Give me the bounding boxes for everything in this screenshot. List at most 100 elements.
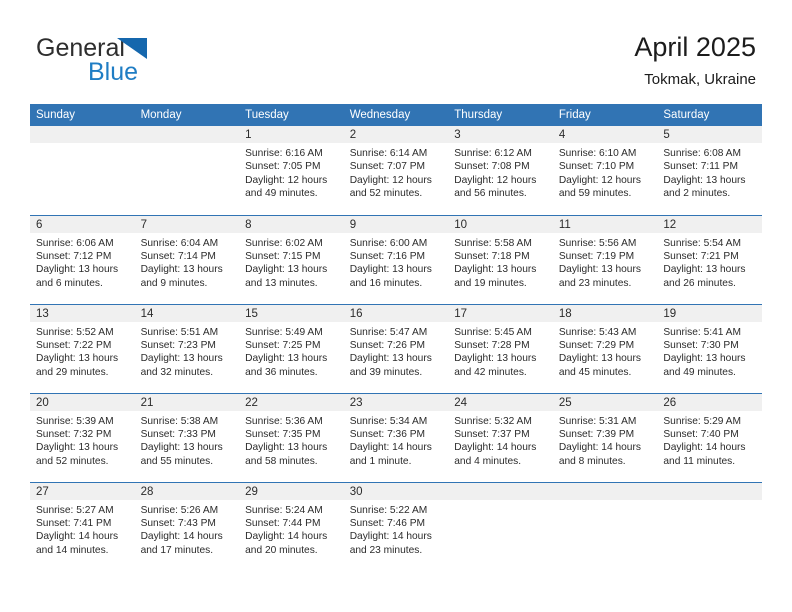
day-details: Sunrise: 5:43 AM Sunset: 7:29 PM Daylight:… [553,322,658,380]
calendar-day-cell[interactable]: 17 Sunrise: 5:45 AM Sunset: 7:28 PM Dayligh… [448,303,553,393]
day-details: Sunrise: 5:27 AM Sunset: 7:41 PM Daylight:… [30,500,135,558]
daylight-duration-line1: Daylight: 13 hours [245,442,328,454]
calendar-day-cell[interactable]: 23 Sunrise: 5:34 AM Sunset: 7:36 PM Dayligh… [343,392,449,482]
calendar-day-cell[interactable]: 5 Sunrise: 6:08 AM Sunset: 7:11 PM Daylight… [657,126,762,215]
calendar-day-cell[interactable]: 6 Sunrise: 6:06 AM Sunset: 7:12 PM Daylight… [30,214,135,304]
day-number: 7 [134,215,240,233]
calendar-day-cell[interactable]: 13 Sunrise: 5:52 AM Sunset: 7:22 PM Dayligh… [30,303,135,393]
daylight-duration-line2: and 39 minutes. [349,366,423,378]
sunrise-time: Sunrise: 5:26 AM [140,504,219,516]
calendar-day-cell[interactable]: 3 Sunrise: 6:12 AM Sunset: 7:08 PM Daylight… [448,126,553,215]
calendar-day-cell[interactable]: 7 Sunrise: 6:04 AM Sunset: 7:14 PM Daylight… [134,214,240,304]
calendar-header-row: Sunday Monday Tuesday Wednesday Thursday Frid… [30,104,762,126]
daylight-duration-line2: and 19 minutes. [454,277,527,289]
calendar-week-row: 20 Sunrise: 5:39 AM Sunset: 7:32 PM Dayligh… [30,392,762,482]
calendar-day-cell[interactable]: 9 Sunrise: 6:00 AM Sunset: 7:16 PM Daylight… [343,214,449,304]
sunset-time: Sunset: 7:21 PM [663,250,739,262]
calendar-day-cell[interactable]: 19 Sunrise: 5:41 AM Sunset: 7:30 PM Dayligh… [657,303,762,393]
daylight-duration-line2: and 29 minutes. [36,366,109,378]
daylight-duration-line2: and 52 minutes. [349,188,423,200]
day-details: Sunrise: 5:49 AM Sunset: 7:25 PM Daylight:… [239,322,344,380]
sunrise-time: Sunrise: 5:36 AM [245,415,323,427]
sunrise-time: Sunrise: 5:47 AM [349,326,428,338]
sunrise-time: Sunrise: 5:43 AM [558,326,637,338]
daylight-duration-line2: and 16 minutes. [349,277,423,289]
daylight-duration-line2: and 52 minutes. [36,455,109,467]
daylight-duration-line1: Daylight: 13 hours [454,353,537,365]
sunrise-time: Sunrise: 5:38 AM [140,415,219,427]
page-header: General Blue April 2025 Tokmak, Ukraine [0,0,792,100]
calendar-day-cell[interactable]: 12 Sunrise: 5:54 AM Sunset: 7:21 PM Dayligh… [657,214,762,304]
calendar-day-cell[interactable]: 25 Sunrise: 5:31 AM Sunset: 7:39 PM Dayligh… [552,392,658,482]
calendar-day-cell[interactable]: 24 Sunrise: 5:32 AM Sunset: 7:37 PM Dayligh… [448,392,553,482]
day-details: Sunrise: 5:54 AM Sunset: 7:21 PM Daylight:… [657,233,762,291]
sunset-time: Sunset: 7:26 PM [349,339,426,351]
sunrise-time: Sunrise: 5:49 AM [245,326,323,338]
day-details: Sunrise: 5:34 AM Sunset: 7:36 PM Daylight:… [344,411,449,469]
calendar-day-cell[interactable]: 15 Sunrise: 5:49 AM Sunset: 7:25 PM Dayligh… [239,303,344,393]
sunrise-time: Sunrise: 5:56 AM [558,237,637,249]
daylight-duration-line1: Daylight: 14 hours [454,442,537,454]
calendar-day-cell[interactable]: 18 Sunrise: 5:43 AM Sunset: 7:29 PM Dayligh… [552,303,658,393]
daylight-duration-line2: and 17 minutes. [140,544,214,556]
sunrise-time: Sunrise: 5:29 AM [663,415,741,427]
day-number: 16 [343,304,449,322]
sunset-time: Sunset: 7:44 PM [245,517,321,529]
daylight-duration-line2: and 42 minutes. [454,366,527,378]
calendar-day-cell[interactable]: 16 Sunrise: 5:47 AM Sunset: 7:26 PM Dayligh… [343,303,449,393]
general-blue-logo[interactable]: General Blue [36,34,266,90]
day-number: 24 [448,393,553,411]
day-details: Sunrise: 6:14 AM Sunset: 7:07 PM Daylight:… [344,143,449,201]
calendar-day-cell[interactable]: 2 Sunrise: 6:14 AM Sunset: 7:07 PM Daylight… [343,126,449,215]
sunrise-time: Sunrise: 5:51 AM [140,326,219,338]
day-number: 12 [657,215,762,233]
daylight-duration-line1: Daylight: 13 hours [558,264,641,276]
calendar-day-cell[interactable]: 21 Sunrise: 5:38 AM Sunset: 7:33 PM Dayligh… [134,392,240,482]
daylight-duration-line1: Daylight: 14 hours [349,442,432,454]
calendar-day-cell[interactable]: 11 Sunrise: 5:56 AM Sunset: 7:19 PM Dayligh… [552,214,658,304]
sunrise-time: Sunrise: 6:00 AM [349,237,428,249]
daylight-duration-line1: Daylight: 13 hours [140,264,223,276]
sunrise-time: Sunrise: 6:06 AM [36,237,114,249]
day-details: Sunrise: 5:45 AM Sunset: 7:28 PM Daylight:… [448,322,553,380]
weekday-header-row: Sunday Monday Tuesday Wednesday Thursday Frid… [30,104,762,126]
daylight-duration-line1: Daylight: 14 hours [663,442,746,454]
weekday-header-wednesday: Wednesday [343,104,449,126]
daylight-duration-line1: Daylight: 14 hours [140,531,223,543]
day-number: 14 [134,304,240,322]
calendar-day-cell[interactable]: 4 Sunrise: 6:10 AM Sunset: 7:10 PM Daylight… [552,126,658,215]
calendar-week-row: 1 Sunrise: 6:16 AM Sunset: 7:05 PM Daylight… [30,126,762,215]
calendar-day-cell[interactable]: 27 Sunrise: 5:27 AM Sunset: 7:41 PM Dayligh… [30,481,135,571]
calendar-day-cell-empty [552,481,658,571]
sunset-time: Sunset: 7:39 PM [558,428,635,440]
calendar-page: General Blue April 2025 Tokmak, Ukraine … [0,0,792,612]
calendar-day-cell[interactable]: 28 Sunrise: 5:26 AM Sunset: 7:43 PM Dayligh… [134,481,240,571]
sunset-time: Sunset: 7:23 PM [140,339,216,351]
daylight-duration-line1: Daylight: 13 hours [245,264,328,276]
sunset-time: Sunset: 7:46 PM [349,517,426,529]
sunrise-time: Sunrise: 6:16 AM [245,148,323,159]
day-number: 9 [343,215,449,233]
calendar-day-cell[interactable]: 20 Sunrise: 5:39 AM Sunset: 7:32 PM Dayligh… [30,392,135,482]
calendar-day-cell[interactable]: 22 Sunrise: 5:36 AM Sunset: 7:35 PM Dayligh… [239,392,344,482]
day-number: 20 [30,393,135,411]
day-details: Sunrise: 6:12 AM Sunset: 7:08 PM Daylight:… [448,143,553,201]
calendar-day-cell[interactable]: 30 Sunrise: 5:22 AM Sunset: 7:46 PM Dayligh… [343,481,449,571]
sunrise-time: Sunrise: 6:10 AM [558,148,637,159]
day-details: Sunrise: 6:06 AM Sunset: 7:12 PM Daylight:… [30,233,135,291]
day-details: Sunrise: 5:56 AM Sunset: 7:19 PM Daylight:… [553,233,658,291]
sunset-time: Sunset: 7:30 PM [663,339,739,351]
sunset-time: Sunset: 7:11 PM [663,161,738,173]
calendar-day-cell[interactable]: 14 Sunrise: 5:51 AM Sunset: 7:23 PM Dayligh… [134,303,240,393]
calendar-day-cell[interactable]: 10 Sunrise: 5:58 AM Sunset: 7:18 PM Dayligh… [448,214,553,304]
calendar-day-cell[interactable]: 1 Sunrise: 6:16 AM Sunset: 7:05 PM Daylight… [239,126,344,215]
calendar-day-cell[interactable]: 26 Sunrise: 5:29 AM Sunset: 7:40 PM Dayligh… [657,392,762,482]
calendar-day-cell[interactable]: 8 Sunrise: 6:02 AM Sunset: 7:15 PM Daylight… [239,214,344,304]
calendar-day-cell[interactable]: 29 Sunrise: 5:24 AM Sunset: 7:44 PM Dayligh… [239,481,344,571]
sunrise-time: Sunrise: 6:14 AM [349,148,428,159]
brand-name-blue: Blue [88,58,139,86]
calendar-week-row: 27 Sunrise: 5:27 AM Sunset: 7:41 PM Dayligh… [30,481,762,571]
weekday-header-thursday: Thursday [448,104,553,126]
sunrise-time: Sunrise: 5:27 AM [36,504,114,516]
day-number: 28 [134,482,240,500]
